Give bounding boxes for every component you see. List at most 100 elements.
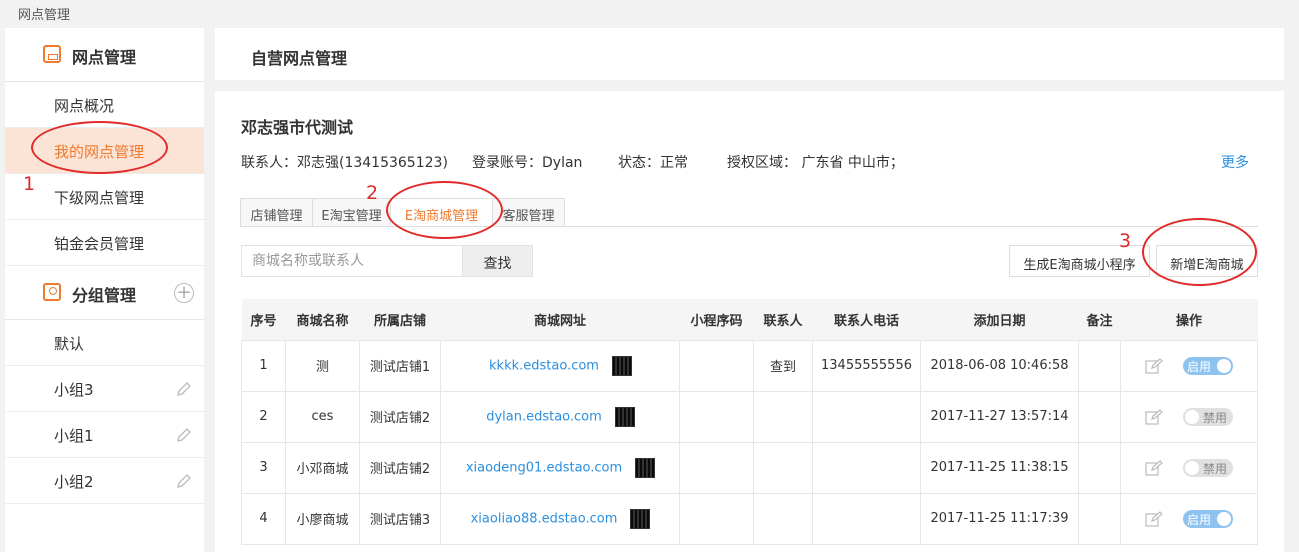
cell-miniprogram bbox=[679, 492, 754, 545]
tab-store[interactable]: 店铺管理 bbox=[240, 198, 313, 227]
search-input[interactable] bbox=[241, 245, 463, 277]
sidebar-section-groups[interactable]: 分组管理 + bbox=[5, 266, 204, 320]
edit-pencil-icon[interactable] bbox=[176, 427, 192, 443]
sidebar: 网点管理 网点概况 我的网点管理 下级网点管理 铂金会员管理 分组管理 + 默认… bbox=[5, 28, 204, 552]
cell-note bbox=[1078, 339, 1121, 392]
status-toggle[interactable]: 禁用 bbox=[1183, 407, 1233, 426]
cell-miniprogram bbox=[679, 441, 754, 494]
mall-url-link[interactable]: xiaoliao88.edstao.com bbox=[471, 511, 618, 526]
sidebar-group-label: 小组3 bbox=[54, 381, 94, 399]
annotation-ellipse-3 bbox=[1142, 218, 1257, 286]
col-header: 添加日期 bbox=[920, 299, 1079, 340]
sidebar-group-default[interactable]: 默认 bbox=[5, 320, 204, 366]
page-title: 自营网点管理 bbox=[251, 49, 348, 68]
toggle-knob bbox=[1185, 409, 1199, 424]
sidebar-group-2[interactable]: 小组2 bbox=[5, 458, 204, 504]
toggle-knob bbox=[1217, 358, 1231, 373]
more-link[interactable]: 更多 bbox=[1221, 152, 1249, 172]
qr-code-icon[interactable] bbox=[614, 406, 635, 427]
page-header: 自营网点管理 bbox=[215, 28, 1284, 80]
cell-shop: 测试店铺2 bbox=[359, 441, 441, 494]
cell-miniprogram bbox=[679, 339, 754, 392]
cell-date: 2017-11-27 13:57:14 bbox=[920, 390, 1079, 443]
status-toggle[interactable]: 启用 bbox=[1183, 509, 1233, 528]
cell-contact bbox=[753, 441, 813, 494]
cell-contact: 查到 bbox=[753, 339, 813, 392]
sidebar-group-3[interactable]: 小组3 bbox=[5, 366, 204, 412]
cell-contact bbox=[753, 492, 813, 545]
toggle-label: 禁用 bbox=[1202, 461, 1227, 476]
cell-shop: 测试店铺2 bbox=[359, 390, 441, 443]
cell-note bbox=[1078, 441, 1121, 494]
table-row: 3 小邓商城 测试店铺2 xiaodeng01.edstao.com 2017-11-2… bbox=[241, 441, 1258, 494]
cell-note bbox=[1078, 390, 1121, 443]
cell-url: dylan.edstao.com bbox=[440, 390, 680, 443]
sidebar-item-label: 网点概况 bbox=[54, 97, 115, 115]
edit-icon[interactable] bbox=[1145, 357, 1163, 374]
sidebar-group-label: 小组1 bbox=[54, 427, 94, 445]
cell-phone bbox=[812, 441, 921, 494]
toggle-label: 启用 bbox=[1187, 359, 1212, 374]
cell-contact bbox=[753, 390, 813, 443]
sidebar-item-platinum-members[interactable]: 铂金会员管理 bbox=[5, 220, 204, 266]
tab-customer-service[interactable]: 客服管理 bbox=[492, 198, 565, 227]
main-panel: 邓志强市代测试 联系人：邓志强(13415365123) 登录账号：Dylan … bbox=[215, 91, 1284, 552]
cell-date: 2017-11-25 11:17:39 bbox=[920, 492, 1079, 545]
cell-shop: 测试店铺1 bbox=[359, 339, 441, 392]
edit-icon[interactable] bbox=[1145, 408, 1163, 425]
cell-note bbox=[1078, 492, 1121, 545]
edit-pencil-icon[interactable] bbox=[176, 381, 192, 397]
cell-phone bbox=[812, 390, 921, 443]
status-toggle[interactable]: 禁用 bbox=[1183, 458, 1233, 477]
breadcrumb: 网点管理 bbox=[18, 8, 71, 23]
col-header: 商城网址 bbox=[440, 299, 680, 340]
org-name: 邓志强市代测试 bbox=[241, 118, 354, 137]
cell-actions: 禁用 bbox=[1120, 390, 1258, 443]
cell-shop: 测试店铺3 bbox=[359, 492, 441, 545]
tab-etaobao[interactable]: E淘宝管理 bbox=[312, 198, 391, 227]
qr-code-icon[interactable] bbox=[611, 355, 632, 376]
annotation-ellipse-2 bbox=[386, 181, 503, 239]
status-text: 状态：正常 bbox=[618, 155, 688, 171]
cell-name: 测 bbox=[285, 339, 360, 392]
col-header: 商城名称 bbox=[285, 299, 360, 340]
table-row: 1 测测试店铺1 kkkk.edstao.com 查到 13455555556 2018-… bbox=[241, 339, 1258, 392]
emall-table: 序号 商城名称 所属店铺 商城网址 小程序码 联系人 联系人电话 添加日期 备注… bbox=[241, 299, 1258, 545]
qr-code-icon[interactable] bbox=[630, 508, 651, 529]
toggle-label: 启用 bbox=[1187, 512, 1212, 527]
cell-date: 2018-06-08 10:46:58 bbox=[920, 339, 1079, 392]
col-header: 联系人电话 bbox=[812, 299, 921, 340]
cell-url: xiaoliao88.edstao.com bbox=[440, 492, 680, 545]
region-text: 授权区域： 广东省 中山市； bbox=[727, 155, 904, 171]
cell-actions: 启用 bbox=[1120, 492, 1258, 545]
mall-url-link[interactable]: kkkk.edstao.com bbox=[489, 358, 599, 373]
mall-url-link[interactable]: xiaodeng01.edstao.com bbox=[466, 460, 622, 475]
status-toggle[interactable]: 启用 bbox=[1183, 356, 1233, 375]
col-header: 所属店铺 bbox=[359, 299, 441, 340]
group-icon bbox=[43, 283, 61, 301]
table-row: 2 ces 测试店铺2 dylan.edstao.com 2017-11-27 13:5… bbox=[241, 390, 1258, 443]
edit-icon[interactable] bbox=[1145, 510, 1163, 527]
annotation-ellipse-1 bbox=[31, 121, 168, 174]
sidebar-group-1[interactable]: 小组1 bbox=[5, 412, 204, 458]
tab-divider bbox=[240, 226, 1258, 227]
sidebar-section-outlets[interactable]: 网点管理 bbox=[5, 28, 204, 82]
annotation-label-1: 1 bbox=[23, 173, 36, 195]
add-group-icon[interactable]: + bbox=[174, 283, 194, 303]
table-header-row: 序号 商城名称 所属店铺 商城网址 小程序码 联系人 联系人电话 添加日期 备注… bbox=[241, 299, 1258, 340]
annotation-label-2: 2 bbox=[366, 182, 379, 204]
search-button[interactable]: 查找 bbox=[462, 245, 533, 277]
mall-url-link[interactable]: dylan.edstao.com bbox=[486, 409, 602, 424]
toggle-knob bbox=[1185, 460, 1199, 475]
annotation-label-3: 3 bbox=[1119, 230, 1132, 252]
cell-no: 3 bbox=[241, 441, 286, 494]
col-header: 小程序码 bbox=[679, 299, 754, 340]
col-header: 备注 bbox=[1078, 299, 1121, 340]
toggle-label: 禁用 bbox=[1202, 410, 1227, 425]
qr-code-icon[interactable] bbox=[635, 457, 656, 478]
store-icon bbox=[43, 45, 61, 63]
cell-miniprogram bbox=[679, 390, 754, 443]
edit-icon[interactable] bbox=[1145, 459, 1163, 476]
edit-pencil-icon[interactable] bbox=[176, 473, 192, 489]
cell-name: 小邓商城 bbox=[285, 441, 360, 494]
